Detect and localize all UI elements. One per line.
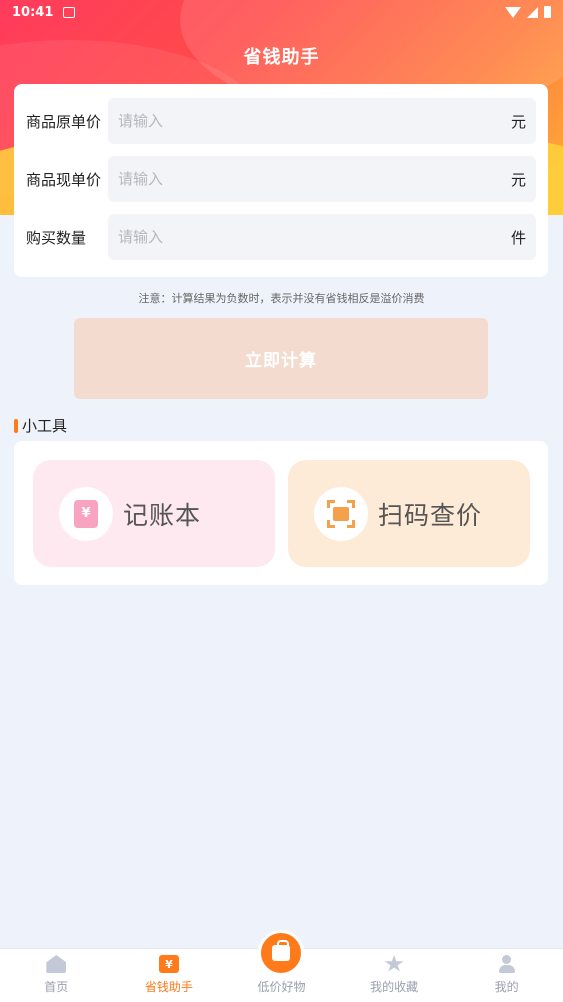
tab-profile[interactable]: 我的 <box>450 949 563 1002</box>
tools-section-title: 小工具 <box>14 415 67 436</box>
original-price-unit: 元 <box>510 112 526 131</box>
quantity-unit: 件 <box>510 228 526 247</box>
signal-icon <box>527 6 538 18</box>
home-icon <box>46 955 67 973</box>
shopping-bag-button[interactable] <box>258 930 305 976</box>
price-form: 商品原单价 元 商品现单价 元 购买数量 件 <box>14 84 548 277</box>
bottom-tab-bar: 首页 ¥ 省钱助手 低价好物 我的收藏 我的 <box>0 930 563 1002</box>
current-price-input[interactable] <box>118 170 511 188</box>
scan-icon-circle <box>314 486 368 541</box>
user-icon <box>497 955 517 973</box>
original-price-row: 商品原单价 元 <box>26 98 536 144</box>
ledger-icon-circle: ¥ <box>59 486 113 541</box>
calculate-button[interactable]: 立即计算 <box>74 318 488 399</box>
original-price-input[interactable] <box>118 112 511 130</box>
quantity-label: 购买数量 <box>26 228 87 247</box>
section-accent-bar <box>14 418 18 433</box>
original-price-field[interactable]: 元 <box>108 98 536 144</box>
tab-profile-label: 我的 <box>494 980 519 994</box>
ledger-tool-button[interactable]: ¥ 记账本 <box>33 460 275 567</box>
tab-low-price-goods[interactable]: 低价好物 <box>225 930 338 1002</box>
ledger-tool-label: 记账本 <box>123 500 202 530</box>
original-price-label: 商品原单价 <box>26 112 102 131</box>
ledger-icon: ¥ <box>74 499 98 528</box>
current-price-field[interactable]: 元 <box>108 156 536 202</box>
tools-section-label: 小工具 <box>22 417 68 435</box>
quantity-input[interactable] <box>118 228 511 246</box>
tab-favorites[interactable]: 我的收藏 <box>338 949 451 1002</box>
tab-money-helper-label: 省钱助手 <box>144 980 193 994</box>
current-price-unit: 元 <box>510 170 526 189</box>
battery-icon <box>544 6 551 18</box>
shopping-bag-icon <box>272 940 291 961</box>
tools-card: ¥ 记账本 扫码查价 <box>14 441 548 585</box>
tab-home-label: 首页 <box>44 980 69 994</box>
current-price-row: 商品现单价 元 <box>26 156 536 202</box>
quantity-row: 购买数量 件 <box>26 214 536 260</box>
page-title: 省钱助手 <box>243 47 320 68</box>
wifi-icon <box>505 6 521 18</box>
status-bar: 10:41 <box>0 0 563 24</box>
tab-favorites-label: 我的收藏 <box>370 980 419 994</box>
quantity-field[interactable]: 件 <box>108 214 536 260</box>
scan-price-tool-button[interactable]: 扫码查价 <box>288 460 530 567</box>
tab-money-helper[interactable]: ¥ 省钱助手 <box>113 949 226 1002</box>
scan-icon <box>327 499 355 528</box>
notification-icon <box>63 6 76 18</box>
tab-low-price-goods-label: 低价好物 <box>257 980 306 994</box>
tab-home[interactable]: 首页 <box>0 949 113 1002</box>
current-price-label: 商品现单价 <box>26 170 102 189</box>
status-time: 10:41 <box>12 4 54 20</box>
money-icon: ¥ <box>158 955 179 973</box>
calculation-note: 注意：计算结果为负数时，表示并没有省钱相反是溢价消费 <box>138 292 425 305</box>
star-icon <box>384 955 404 972</box>
scan-price-tool-label: 扫码查价 <box>378 500 483 530</box>
status-icons <box>505 6 551 18</box>
